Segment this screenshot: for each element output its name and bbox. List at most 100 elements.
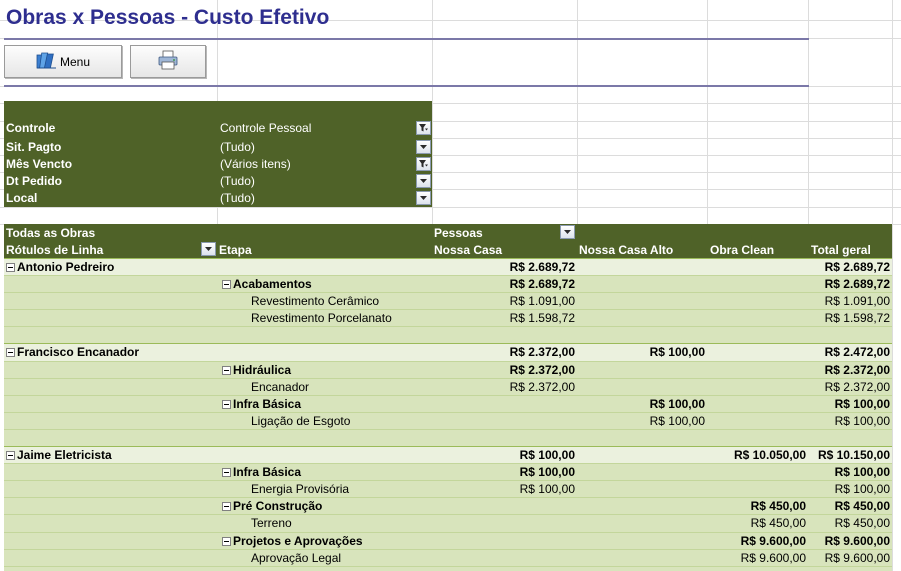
filter-row-dt-pedido: Dt Pedido (Tudo) [4,173,432,190]
minus-box-icon[interactable] [222,280,231,290]
table-row: Revestimento Porcelanato R$ 1.598,72 R$ 1.… [4,309,892,327]
chevron-down-icon[interactable] [416,174,431,188]
minus-box-icon[interactable] [222,399,231,409]
cell-total-geral: R$ 100,00 [834,413,890,428]
cell-nossa-casa: R$ 2.372,00 [509,379,575,394]
cell-nossa-casa: R$ 100,00 [519,465,575,480]
row-label: Ligação de Esgoto [251,414,350,428]
toolbar-divider [4,85,809,87]
funnel-icon[interactable] [416,157,431,171]
filter-value: (Tudo) [220,174,255,188]
cell-total-geral: R$ 10.150,00 [817,448,890,463]
row-label-text: Antonio Pedreiro [17,260,115,274]
pivot-header: Todas as Obras Pessoas Rótulos de Linha … [4,224,892,258]
funnel-icon[interactable] [416,121,431,135]
pivot-column-header: Nossa Casa Alto [579,243,674,257]
filter-label: Sit. Pagto [6,140,62,154]
cell-total-geral: R$ 2.472,00 [824,345,890,360]
filter-row-mes-vencto: Mês Vencto (Vários itens) [4,156,432,173]
chevron-down-icon[interactable] [416,191,431,205]
pivot-column-header: Obra Clean [710,243,775,257]
page-title: Obras x Pessoas - Custo Efetivo [6,6,330,29]
cell-total-geral: R$ 100,00 [834,396,890,411]
cell-nossa-casa: R$ 1.598,72 [509,311,575,326]
row-label-text: Projetos e Aprovações [233,533,363,548]
cell-obra-clean: R$ 10.050,00 [733,448,806,463]
minus-box-icon[interactable] [222,365,231,375]
books-icon [36,51,58,72]
filter-label: Local [6,191,38,205]
cell-nossa-casa: R$ 100,00 [519,482,575,497]
filter-row-sit-pagto: Sit. Pagto (Tudo) [4,139,432,156]
filter-row-local: Local (Tudo) [4,190,432,207]
row-label: Revestimento Porcelanato [251,311,392,325]
filter-label: Mês Vencto [6,157,73,171]
chevron-down-icon[interactable] [416,140,431,154]
cell-nossa-casa-alto: R$ 100,00 [649,396,705,411]
row-label-text: Terreno [251,516,292,531]
cell-obra-clean: R$ 9.600,00 [740,533,806,548]
cell-obra-clean: R$ 450,00 [750,516,806,531]
chevron-down-icon[interactable] [201,242,216,256]
table-row: Jaime Eletricista R$ 100,00 R$ 10.050,00 R$… [4,446,892,464]
minus-box-icon[interactable] [6,451,15,461]
row-label-text: Infra Básica [233,396,302,411]
cell-total-geral: R$ 2.372,00 [824,379,890,394]
pivot-column-header: Nossa Casa [434,243,503,257]
row-label: Pré Construção [222,499,322,513]
cell-total-geral: R$ 2.689,72 [824,277,890,292]
cell-nossa-casa: R$ 2.372,00 [509,345,575,360]
minus-box-icon[interactable] [222,502,231,512]
minus-box-icon[interactable] [6,263,15,272]
chevron-down-icon[interactable] [560,225,575,239]
table-row: Projetos e Aprovações R$ 9.600,00 R$ 9.600… [4,531,892,549]
row-label-text: Jaime Eletricista [17,448,112,463]
row-label: Projetos e Aprovações [222,534,363,548]
row-label: Hidráulica [222,363,291,377]
cell-total-geral: R$ 450,00 [834,499,890,514]
table-row: Encanador R$ 2.372,00 R$ 2.372,00 [4,377,892,395]
table-row: Infra Básica R$ 100,00 R$ 100,00 [4,394,892,412]
print-button[interactable] [130,45,206,78]
filter-label: Controle [6,121,56,135]
report-filter-panel: Controle Controle Pessoal Sit. Pagto (Tu… [4,101,432,207]
cell-total-geral: R$ 450,00 [834,516,890,531]
blank-row [4,326,892,344]
row-label-text: Acabamentos [233,277,312,292]
row-label: Terreno [251,516,292,530]
cell-nossa-casa: R$ 100,00 [519,448,575,463]
cell-total-geral: R$ 9.600,00 [824,533,890,548]
pivot-column-header: Total geral [811,243,871,257]
filter-value: (Vários itens) [220,157,291,171]
pivot-table: Antonio Pedreiro R$ 2.689,72 R$ 2.689,72 Ac… [4,258,892,571]
menu-button-label: Menu [59,54,91,69]
row-label: Revestimento Cerâmico [251,294,379,308]
minus-box-icon[interactable] [6,348,15,358]
row-label: Infra Básica [222,465,301,479]
row-label: Encanador [251,380,309,394]
cell-nossa-casa-alto: R$ 100,00 [649,413,705,428]
row-label-text: Hidráulica [233,362,292,377]
filter-value: (Tudo) [220,191,255,205]
row-label: Aprovação Legal [251,551,341,565]
cell-nossa-casa-alto: R$ 100,00 [649,345,705,360]
blank-row [4,428,892,447]
title-divider [4,38,809,40]
table-row: Energia Provisória R$ 100,00 R$ 100,00 [4,480,892,498]
row-label-text: Energia Provisória [251,482,350,497]
table-row: Antonio Pedreiro R$ 2.689,72 R$ 2.689,72 [4,258,892,276]
row-label: Energia Provisória [251,482,349,496]
row-label: Acabamentos [222,277,312,291]
cell-nossa-casa: R$ 2.689,72 [509,277,575,292]
menu-button[interactable]: Menu [4,45,122,78]
cell-total-geral: R$ 2.372,00 [824,362,890,377]
table-row: Terreno R$ 450,00 R$ 450,00 [4,514,892,532]
filter-value: (Tudo) [220,140,255,154]
row-label: Infra Básica [222,397,301,411]
printer-icon [157,50,179,73]
minus-box-icon[interactable] [222,536,231,546]
cell-total-geral: R$ 9.600,00 [824,550,890,565]
cell-total-geral: R$ 2.689,72 [824,260,890,274]
minus-box-icon[interactable] [222,468,231,478]
table-row: Hidráulica R$ 2.372,00 R$ 2.372,00 [4,360,892,378]
